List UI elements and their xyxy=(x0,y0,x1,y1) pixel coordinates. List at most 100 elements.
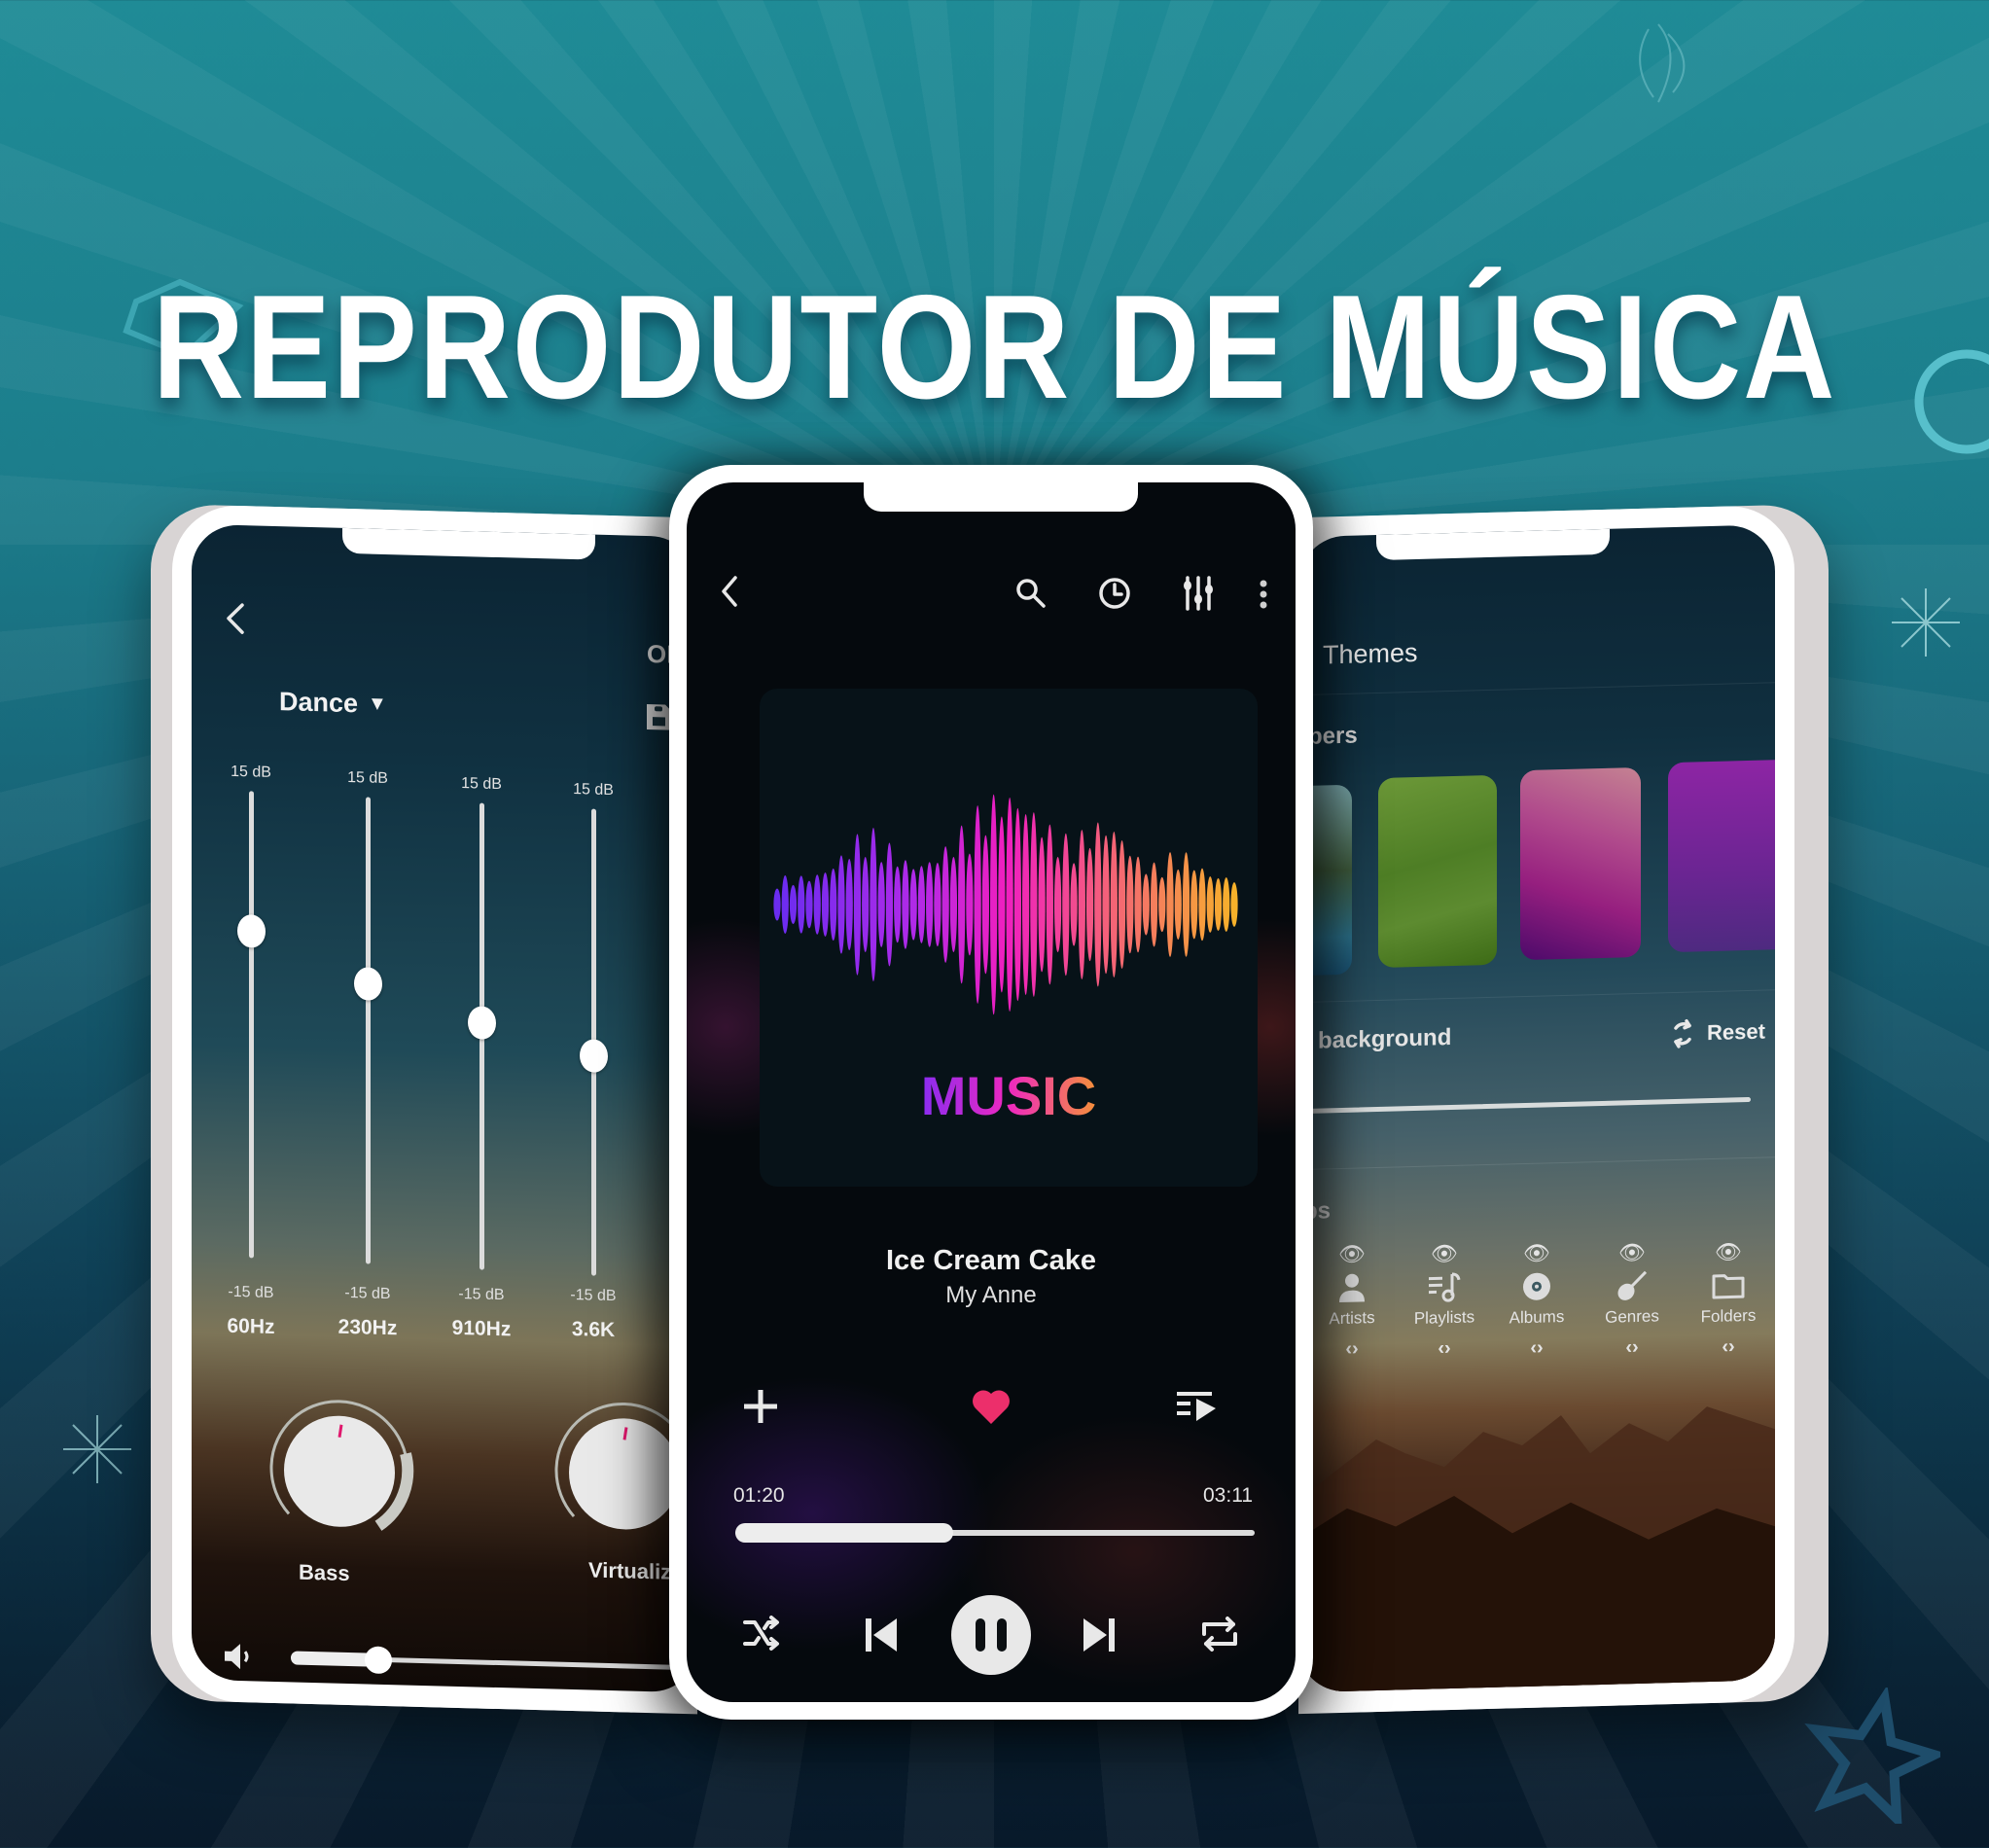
tab-item-folders[interactable]: 👁 Folders ‹› xyxy=(1685,1238,1772,1359)
reorder-arrows-icon[interactable]: ‹› xyxy=(1685,1334,1772,1359)
waveform-bar xyxy=(1102,835,1110,975)
mountain-background-image xyxy=(1298,1406,1775,1693)
favorite-heart-button[interactable] xyxy=(971,1387,1012,1426)
waveform-bar xyxy=(1038,836,1046,973)
waveform-bar xyxy=(926,862,934,947)
album-art: MUSIC xyxy=(760,689,1258,1187)
waveform-bar xyxy=(798,875,805,934)
reset-label: Reset xyxy=(1707,1018,1765,1046)
sparkle-decoration xyxy=(63,1415,131,1483)
waveform-bar xyxy=(1118,840,1126,969)
queue-music-icon[interactable] xyxy=(1175,1389,1218,1426)
preset-dropdown[interactable]: Dance ▼ xyxy=(279,687,387,720)
eq-frequency-label: 910Hz xyxy=(451,1316,512,1341)
waveform-bar xyxy=(1022,813,1030,996)
disc-icon xyxy=(1523,1272,1550,1300)
opacity-track xyxy=(1298,1096,1751,1115)
add-to-playlist-button[interactable] xyxy=(741,1387,780,1426)
swirl-decoration xyxy=(1639,23,1686,103)
refresh-icon xyxy=(1674,1018,1691,1048)
eq-frequency-label: 60Hz xyxy=(227,1314,275,1339)
eye-icon[interactable]: 👁 xyxy=(1588,1239,1676,1266)
eye-icon[interactable]: 👁 xyxy=(1493,1240,1581,1267)
person-icon xyxy=(1339,1273,1365,1303)
more-vertical-icon[interactable] xyxy=(1257,578,1270,611)
eq-slider-thumb[interactable] xyxy=(468,1006,496,1040)
player-phone-mockup: MUSIC Ice Cream Cake My Anne 01:20 03:11 xyxy=(669,465,1313,1720)
wallpaper-thumbnail[interactable] xyxy=(1668,759,1775,953)
eq-slider-track[interactable] xyxy=(249,791,254,1259)
volume-slider[interactable] xyxy=(291,1646,697,1676)
folder-icon xyxy=(1712,1274,1745,1299)
tab-label: Playlists xyxy=(1413,1307,1475,1329)
knob-dial xyxy=(269,1400,414,1531)
shuffle-button[interactable] xyxy=(741,1615,782,1653)
waveform-graphic: MUSIC xyxy=(773,794,1238,1126)
eq-max-label: 15 dB xyxy=(231,763,271,781)
equalizer-sliders-icon[interactable] xyxy=(1181,574,1216,613)
eye-icon[interactable]: 👁 xyxy=(1401,1240,1488,1267)
wallpaper-thumbnail[interactable] xyxy=(1378,774,1497,968)
waveform-bar xyxy=(1206,876,1214,933)
tab-item-genres[interactable]: 👁 Genres ‹› xyxy=(1588,1239,1676,1360)
themes-title: Themes xyxy=(1323,637,1418,670)
themes-screen: Themes pers y background Reset bs 👁 Arti… xyxy=(1298,524,1775,1693)
pause-button[interactable] xyxy=(951,1595,1031,1675)
waveform-bar xyxy=(813,874,821,935)
seek-bar[interactable] xyxy=(735,1523,1255,1543)
next-track-button[interactable] xyxy=(1080,1615,1119,1655)
waveform-bar xyxy=(885,842,894,967)
eq-slider-thumb[interactable] xyxy=(237,913,266,948)
tab-item-albums[interactable]: 👁 Albums ‹› xyxy=(1493,1240,1581,1361)
back-button[interactable] xyxy=(221,601,250,637)
clock-icon[interactable] xyxy=(1097,576,1132,611)
volume-thumb[interactable] xyxy=(365,1646,392,1675)
eq-band: 15 dB xyxy=(443,775,520,1270)
search-icon[interactable] xyxy=(1013,576,1048,611)
tab-label: Folders xyxy=(1700,1305,1757,1327)
eq-frequency-label: 230Hz xyxy=(337,1315,398,1340)
repeat-button[interactable] xyxy=(1198,1613,1241,1655)
reset-button[interactable]: Reset xyxy=(1668,1016,1765,1050)
waveform-bar xyxy=(1006,797,1013,1013)
waveform-bar xyxy=(998,816,1006,993)
eq-max-label: 15 dB xyxy=(347,768,388,788)
eq-band: 15 dB xyxy=(554,781,632,1276)
eq-slider-thumb[interactable] xyxy=(354,967,382,1001)
back-button[interactable] xyxy=(716,572,745,611)
triangle-down-icon: ▼ xyxy=(368,693,387,716)
waveform-bar xyxy=(1126,855,1134,954)
eq-slider-track[interactable] xyxy=(366,797,371,1264)
waveform-bar xyxy=(1134,856,1142,953)
tab-item-artists[interactable]: 👁 Artists ‹› xyxy=(1308,1241,1396,1362)
reorder-arrows-icon[interactable]: ‹› xyxy=(1308,1337,1396,1362)
eq-band-labels: -15 dB 3.6K xyxy=(554,1287,632,1343)
waveform-bar xyxy=(862,857,870,952)
waveform-bar xyxy=(853,834,862,976)
eye-icon[interactable]: 👁 xyxy=(1308,1241,1396,1268)
opacity-slider[interactable] xyxy=(1298,1093,1751,1121)
track-title: Ice Cream Cake xyxy=(885,1245,1097,1276)
waveform-bar xyxy=(805,880,813,929)
pause-icon xyxy=(976,1618,985,1652)
star-outline-decoration xyxy=(1804,1688,1940,1824)
eq-min-label: -15 dB xyxy=(344,1284,391,1303)
waveform-bar xyxy=(1158,876,1166,933)
previous-track-button[interactable] xyxy=(862,1615,901,1655)
wallpapers-section-label: pers xyxy=(1308,722,1358,750)
tab-item-playlists[interactable]: 👁 Playlists ‹› xyxy=(1401,1240,1488,1361)
tab-label: Albums xyxy=(1509,1306,1565,1328)
eq-max-label: 15 dB xyxy=(461,775,502,794)
wallpaper-thumbnail[interactable] xyxy=(1520,766,1641,961)
bass-knob[interactable] xyxy=(262,1392,417,1551)
eq-slider-thumb[interactable] xyxy=(580,1039,608,1073)
reorder-arrows-icon[interactable]: ‹› xyxy=(1493,1336,1581,1361)
eye-icon[interactable]: 👁 xyxy=(1685,1238,1772,1265)
waveform-bar xyxy=(845,858,853,951)
eq-frequency-label: 3.6K xyxy=(571,1318,616,1342)
reorder-arrows-icon[interactable]: ‹› xyxy=(1588,1335,1676,1360)
player-screen: MUSIC Ice Cream Cake My Anne 01:20 03:11 xyxy=(687,482,1296,1702)
eq-band-labels: -15 dB 230Hz xyxy=(329,1284,407,1340)
seek-progress-fill[interactable] xyxy=(735,1523,953,1543)
reorder-arrows-icon[interactable]: ‹› xyxy=(1401,1336,1488,1361)
